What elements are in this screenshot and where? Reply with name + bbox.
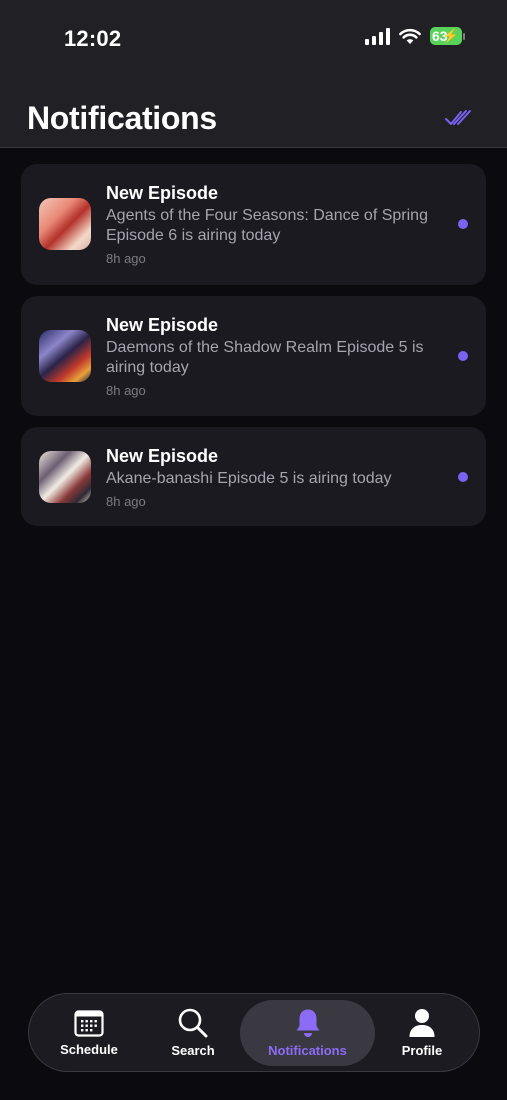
notification-title: New Episode <box>106 183 219 203</box>
notification-card[interactable]: New Episode Akane-banashi Episode 5 is a… <box>21 427 486 526</box>
unread-dot <box>458 219 468 229</box>
bell-icon <box>296 1009 319 1037</box>
tab-notifications[interactable]: Notifications <box>240 1000 375 1066</box>
notification-title: New Episode <box>106 315 219 335</box>
anime-thumbnail <box>39 198 91 250</box>
wifi-icon <box>399 28 421 44</box>
notification-card[interactable]: New Episode Daemons of the Shadow Realm … <box>21 296 486 416</box>
tab-schedule[interactable]: Schedule <box>41 1000 137 1066</box>
page-title: Notifications <box>27 100 217 136</box>
notification-title: New Episode <box>106 446 219 466</box>
battery-cap <box>463 32 465 40</box>
cellular-signal-icon <box>365 27 390 45</box>
notification-list: New Episode Agents of the Four Seasons: … <box>21 164 486 537</box>
notification-body: Daemons of the Shadow Realm Episode 5 is… <box>106 339 424 376</box>
mark-all-read-button[interactable] <box>444 107 472 129</box>
notification-time: 8h ago <box>106 494 146 509</box>
status-time: 12:02 <box>64 26 122 51</box>
unread-dot <box>458 472 468 482</box>
notification-body: Akane-banashi Episode 5 is airing today <box>106 470 392 487</box>
tab-label: Schedule <box>60 1042 118 1057</box>
battery-icon: 63 ⚡ <box>430 27 462 45</box>
unread-dot <box>458 351 468 361</box>
tab-label: Profile <box>401 1043 443 1058</box>
calendar-icon <box>74 1010 104 1037</box>
status-icons: 63 ⚡ <box>365 27 465 45</box>
anime-thumbnail <box>39 330 91 382</box>
anime-thumbnail <box>39 451 91 503</box>
search-icon <box>178 1008 208 1038</box>
person-icon <box>409 1009 435 1037</box>
tab-label: Notifications <box>268 1043 347 1058</box>
header: 12:02 63 ⚡ Notifications <box>0 0 507 148</box>
tab-profile[interactable]: Profile <box>375 1000 469 1066</box>
double-check-icon <box>445 110 471 125</box>
notification-time: 8h ago <box>106 383 146 398</box>
tab-search[interactable]: Search <box>145 1000 241 1066</box>
notification-card[interactable]: New Episode Agents of the Four Seasons: … <box>21 164 486 285</box>
notification-body: Agents of the Four Seasons: Dance of Spr… <box>106 207 428 244</box>
tab-label: Search <box>171 1043 215 1058</box>
tab-bar: Schedule Search Notifications Profile <box>28 993 480 1072</box>
notification-time: 8h ago <box>106 251 146 266</box>
charging-bolt-icon: ⚡ <box>442 28 459 43</box>
